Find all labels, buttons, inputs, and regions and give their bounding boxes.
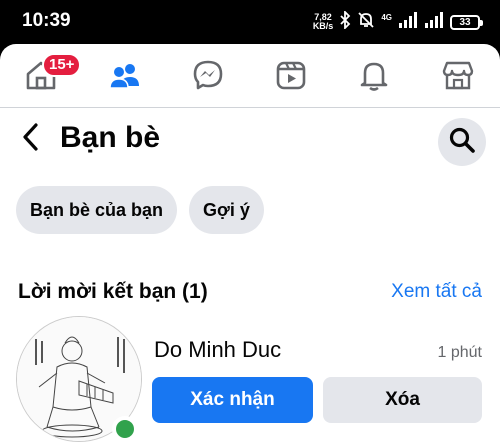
- tab-marketplace[interactable]: [437, 56, 479, 98]
- messenger-icon: [191, 58, 225, 97]
- network-speed: 7,82 KB/s: [313, 13, 334, 31]
- bluetooth-icon: [339, 9, 351, 34]
- tab-messenger[interactable]: [187, 56, 229, 98]
- online-status-indicator: [112, 416, 138, 442]
- tab-watch[interactable]: [270, 56, 312, 98]
- tab-notifications[interactable]: [353, 56, 395, 98]
- back-button[interactable]: [14, 122, 48, 156]
- network-speed-unit: KB/s: [312, 21, 334, 31]
- friends-icon: [108, 58, 142, 97]
- signal-icon-2: [424, 11, 444, 33]
- battery-icon: 33: [450, 14, 483, 30]
- back-arrow-icon: [20, 122, 42, 157]
- tab-home[interactable]: 15+: [20, 53, 82, 98]
- marketplace-icon: [441, 58, 475, 97]
- battery-level: 33: [459, 16, 471, 28]
- friends-filter-chips: Bạn bè của bạn Gợi ý: [16, 186, 264, 234]
- network-type: 4G: [381, 12, 392, 22]
- search-icon: [448, 126, 476, 159]
- page-header: Bạn bè: [0, 108, 500, 174]
- request-time: 1 phút: [437, 344, 482, 361]
- friend-requests-title: Lời mời kết bạn (1): [18, 280, 208, 303]
- your-friends-chip[interactable]: Bạn bè của bạn: [16, 186, 178, 234]
- confirm-button[interactable]: Xác nhận: [152, 377, 313, 423]
- notification-badge: 15+: [42, 53, 82, 77]
- friend-request-item: Do Minh Duc 1 phút Xác nhận Xóa: [0, 316, 500, 444]
- watch-icon: [274, 58, 308, 97]
- status-time: 10:39: [22, 10, 71, 31]
- see-all-link[interactable]: Xem tất cả: [391, 281, 482, 303]
- tab-friends[interactable]: [104, 56, 146, 98]
- requester-name[interactable]: Do Minh Duc: [154, 337, 281, 363]
- friends-screen: 15+ Bạn bè Bạn bè của bạn Gợi ý Lời mời …: [0, 44, 500, 444]
- mute-bell-icon: [357, 11, 375, 34]
- status-bar: 10:39 7,82 KB/s 4G 33: [0, 0, 500, 44]
- status-icons: 7,82 KB/s 4G 33: [313, 9, 483, 35]
- search-button[interactable]: [438, 118, 486, 166]
- delete-button[interactable]: Xóa: [323, 377, 482, 423]
- signal-icon: [398, 11, 418, 33]
- suggestions-chip[interactable]: Gợi ý: [189, 186, 264, 234]
- page-title: Bạn bè: [60, 121, 161, 154]
- top-tab-bar: 15+: [0, 44, 500, 108]
- bell-icon: [357, 58, 391, 97]
